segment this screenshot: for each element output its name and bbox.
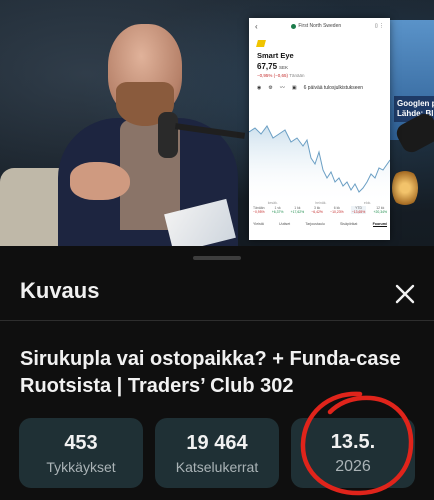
stock-name: Smart Eye [257, 51, 294, 60]
performance-item: 1 vk +6,37% [272, 206, 284, 214]
exchange-label: First North Sweden [298, 23, 342, 29]
likes-label: Tykkäykset [46, 459, 116, 475]
back-arrow-icon: ‹ [255, 21, 258, 31]
calendar-icon: ▣ [291, 84, 297, 91]
panel-title: Kuvaus [20, 278, 100, 303]
performance-item: YTD −13,65% [350, 206, 367, 214]
settings-icon: ⚙ [268, 84, 273, 91]
report-note: 6 päivää tulosjulkistukseen [303, 84, 364, 91]
stock-tab: Yleistä [253, 222, 264, 226]
performance-item: 12 kk +20,34% [374, 206, 387, 214]
performance-item: 1 kk +17,62% [291, 206, 304, 214]
performance-value: −13,65% [351, 210, 366, 214]
views-stat: 19 464 Katselukerrat [155, 418, 279, 488]
stock-app-topbar: ‹ First North Sweden ▯ ⋮ [249, 18, 390, 34]
performance-item: Tänään −0,95% [253, 206, 265, 214]
price-chart-area [249, 126, 390, 204]
performance-value: −0,95% [253, 210, 265, 214]
stock-change: −0,95% (−0,65) Tänään [257, 73, 390, 78]
views-label: Katselukerrat [175, 459, 259, 475]
close-icon [395, 284, 415, 304]
stock-currency: SEK [279, 65, 289, 70]
stock-change-value: −0,95% (−0,65) [257, 73, 289, 78]
publish-date: 13.5. [330, 431, 376, 453]
header-divider [0, 320, 434, 321]
exchange-flag-icon [291, 23, 297, 29]
video-player[interactable]: Googlen pi Lähde: Bl ‹ First North Swede… [0, 0, 434, 246]
x-axis-label: elok. [363, 201, 372, 205]
stock-app-tabs: Yleistä Uutiset Tarjoustaulu Sisäpiirika… [253, 222, 387, 227]
panel-header: Kuvaus [0, 268, 434, 318]
performance-value: +6,37% [271, 210, 284, 214]
chart-x-axis: kesäk. heinäk. elok. [249, 201, 390, 205]
stock-tab: Sisäpiirikat [339, 222, 358, 226]
stock-price: 67,75 SEK [257, 62, 390, 71]
microphone [158, 112, 178, 158]
stock-change-period: Tänään [289, 73, 305, 78]
close-button[interactable] [388, 277, 422, 311]
price-chart [249, 125, 390, 204]
stock-app-overlay: ‹ First North Sweden ▯ ⋮ Smart Eye 67,75… [249, 18, 390, 240]
x-axis-label: kesäk. [267, 201, 278, 205]
publish-year: 2026 [335, 458, 371, 475]
video-stats: 453 Tykkäykset 19 464 Katselukerrat 13.5… [19, 418, 415, 488]
performance-value: −6,42% [311, 210, 323, 214]
stock-tab-active: Foorumi [372, 222, 387, 227]
company-logo-icon [256, 40, 266, 47]
performance-item: 6 kk −10,23% [330, 206, 343, 214]
stock-price-value: 67,75 [257, 62, 278, 71]
performance-item: 3 kk −6,42% [311, 206, 323, 214]
video-title: Sirukupla vai ostopaikka? + Funda-case R… [20, 348, 401, 397]
performance-value: +20,34% [373, 210, 387, 214]
lamp [392, 168, 418, 208]
date-stat: 13.5. 2026 [291, 418, 415, 488]
description-panel: Kuvaus Sirukupla vai ostopaikka? + Funda… [0, 246, 434, 500]
chart-icon: 〰 [279, 85, 285, 91]
eye-icon: ◉ [257, 84, 262, 91]
drag-handle[interactable] [193, 256, 241, 260]
views-count: 19 464 [186, 432, 248, 454]
likes-stat: 453 Tykkäykset [19, 418, 143, 488]
likes-count: 453 [64, 432, 98, 454]
exchange-badge: First North Sweden [291, 23, 341, 29]
host-hand [70, 162, 130, 200]
stock-app-icon-row: ◉ ⚙ 〰 ▣ 6 päivää tulosjulkistukseen [257, 84, 390, 92]
performance-value: −10,23% [330, 210, 344, 214]
performance-value: +17,62% [290, 210, 305, 214]
x-axis-label: heinäk. [315, 201, 327, 205]
performance-row: Tänään −0,95% 1 vk +6,37% 1 kk +17,62% 3 kk… [253, 206, 387, 214]
stock-tab: Uutiset [279, 222, 291, 226]
stock-tab: Tarjoustaulu [305, 222, 325, 226]
bookmark-icon: ▯ ⋮ [374, 23, 384, 29]
